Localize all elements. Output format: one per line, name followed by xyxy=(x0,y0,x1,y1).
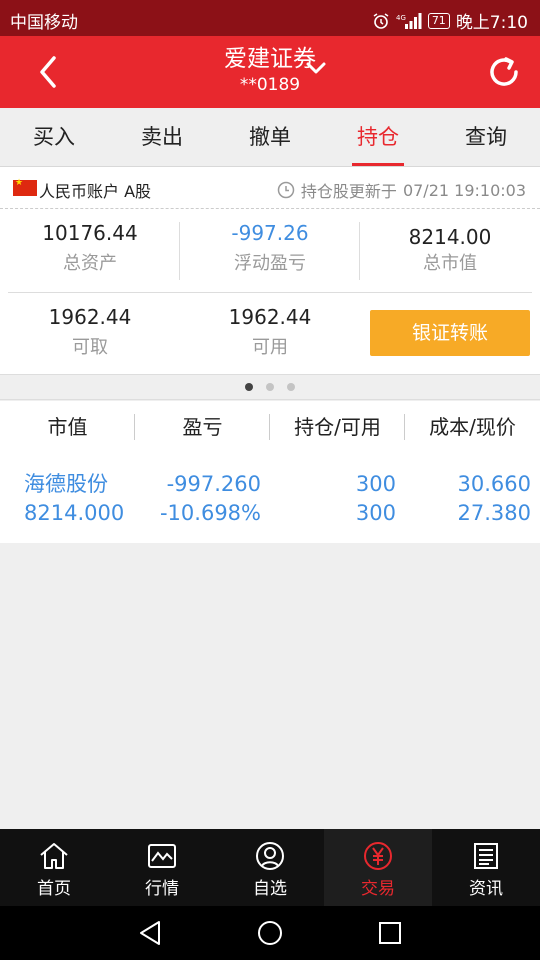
available-label: 可用 xyxy=(252,337,288,358)
clock-icon xyxy=(277,181,295,199)
chart-icon xyxy=(148,844,176,868)
nav-trade[interactable]: 交易 xyxy=(324,829,432,906)
tab-query[interactable]: 查询 xyxy=(432,108,540,166)
col-cost-price: 成本/现价 xyxy=(429,415,516,439)
tab-buy[interactable]: 买入 xyxy=(0,108,108,166)
nav-market-label: 行情 xyxy=(145,879,179,899)
svg-text:4G: 4G xyxy=(396,14,406,22)
nav-news-label: 资讯 xyxy=(469,879,503,899)
holding-row[interactable]: 海德股份 8214.000 -997.260 -10.698% 300 300 … xyxy=(0,453,540,543)
stock-available: 300 xyxy=(355,501,396,525)
stock-market-value: 8214.000 xyxy=(24,501,125,525)
status-bar: 中国移动 4G 71 晚上7:10 xyxy=(0,0,540,36)
nav-home-label: 首页 xyxy=(37,879,71,899)
app-header: 爱建证券 **0189 xyxy=(0,36,540,108)
nav-trade-label: 交易 xyxy=(361,879,395,899)
update-info: 持仓股更新于 07/21 19:10:03 xyxy=(277,178,526,202)
status-icons: 4G 71 晚上7:10 xyxy=(372,8,528,33)
nav-watchlist-label: 自选 xyxy=(253,879,287,899)
china-flag-icon: ★ xyxy=(13,178,37,196)
floating-pl-value: -997.26 xyxy=(231,221,309,245)
bank-transfer-button[interactable]: 银证转账 xyxy=(370,310,530,356)
total-assets: 10176.44 总资产 xyxy=(0,219,180,277)
trade-tabs: 买入 卖出 撤单 持仓 查询 xyxy=(0,108,540,167)
battery-icon: 71 xyxy=(427,12,450,29)
stock-cost: 30.660 xyxy=(457,472,531,496)
nav-recents-icon[interactable] xyxy=(378,921,402,945)
available: 1962.44 可用 xyxy=(180,303,360,361)
col-position: 持仓/可用 xyxy=(294,415,381,439)
news-icon xyxy=(474,843,498,869)
page-indicator xyxy=(0,374,540,400)
total-assets-value: 10176.44 xyxy=(42,221,138,245)
market-value-label: 总市值 xyxy=(423,253,477,274)
refresh-icon[interactable] xyxy=(484,52,524,92)
home-icon xyxy=(40,843,68,869)
stock-pl: -997.260 xyxy=(166,472,261,496)
holdings-header: 市值 盈亏 持仓/可用 成本/现价 xyxy=(0,401,540,454)
account-switcher[interactable]: 爱建证券 **0189 xyxy=(0,44,540,96)
floating-pl-label: 浮动盈亏 xyxy=(234,253,306,274)
tab-sell[interactable]: 卖出 xyxy=(108,108,216,166)
account-row: ★ 人民币账户 A股 持仓股更新于 07/21 19:10:03 xyxy=(0,167,540,209)
market-value-value: 8214.00 xyxy=(408,225,492,249)
carrier-label: 中国移动 xyxy=(10,13,78,33)
page-dot-3[interactable] xyxy=(287,383,295,391)
system-nav-bar xyxy=(0,906,540,960)
col-pl: 盈亏 xyxy=(182,415,223,439)
withdrawable-label: 可取 xyxy=(72,337,108,358)
divider xyxy=(8,292,532,293)
nav-home-button-icon[interactable] xyxy=(257,920,283,946)
signal-icon: 4G xyxy=(396,12,422,29)
total-assets-label: 总资产 xyxy=(63,253,117,274)
floating-pl: -997.26 浮动盈亏 xyxy=(180,219,360,277)
market-value: 8214.00 总市值 xyxy=(360,223,540,277)
broker-title: 爱建证券 xyxy=(224,46,316,72)
nav-news[interactable]: 资讯 xyxy=(432,829,540,906)
update-prefix: 持仓股更新于 xyxy=(300,182,397,201)
withdrawable: 1962.44 可取 xyxy=(0,303,180,361)
stock-price: 27.380 xyxy=(457,501,531,525)
tab-cancel[interactable]: 撤单 xyxy=(216,108,324,166)
chevron-down-icon[interactable] xyxy=(305,60,327,76)
bottom-nav: 首页 行情 自选 交易 资讯 xyxy=(0,829,540,906)
tab-positions[interactable]: 持仓 xyxy=(324,108,432,166)
clock: 晚上7:10 xyxy=(455,13,528,33)
account-summary: ★ 人民币账户 A股 持仓股更新于 07/21 19:10:03 10176.4… xyxy=(0,167,540,374)
page-dot-2[interactable] xyxy=(266,383,274,391)
account-number: **0189 xyxy=(239,75,301,95)
yuan-icon xyxy=(364,842,392,870)
account-label: 人民币账户 A股 xyxy=(39,182,152,201)
update-time: 07/21 19:10:03 xyxy=(402,180,526,200)
user-icon xyxy=(256,842,284,870)
nav-home[interactable]: 首页 xyxy=(0,829,108,906)
col-market-value: 市值 xyxy=(47,415,88,439)
withdrawable-value: 1962.44 xyxy=(48,305,132,329)
page-dot-1[interactable] xyxy=(245,383,253,391)
stock-name: 海德股份 xyxy=(24,472,108,496)
nav-watchlist[interactable]: 自选 xyxy=(216,829,324,906)
stock-position: 300 xyxy=(355,472,396,496)
nav-back-icon[interactable] xyxy=(137,919,163,947)
stock-pl-pct: -10.698% xyxy=(159,501,261,525)
alarm-icon xyxy=(373,12,389,29)
available-value: 1962.44 xyxy=(228,305,312,329)
nav-market[interactable]: 行情 xyxy=(108,829,216,906)
